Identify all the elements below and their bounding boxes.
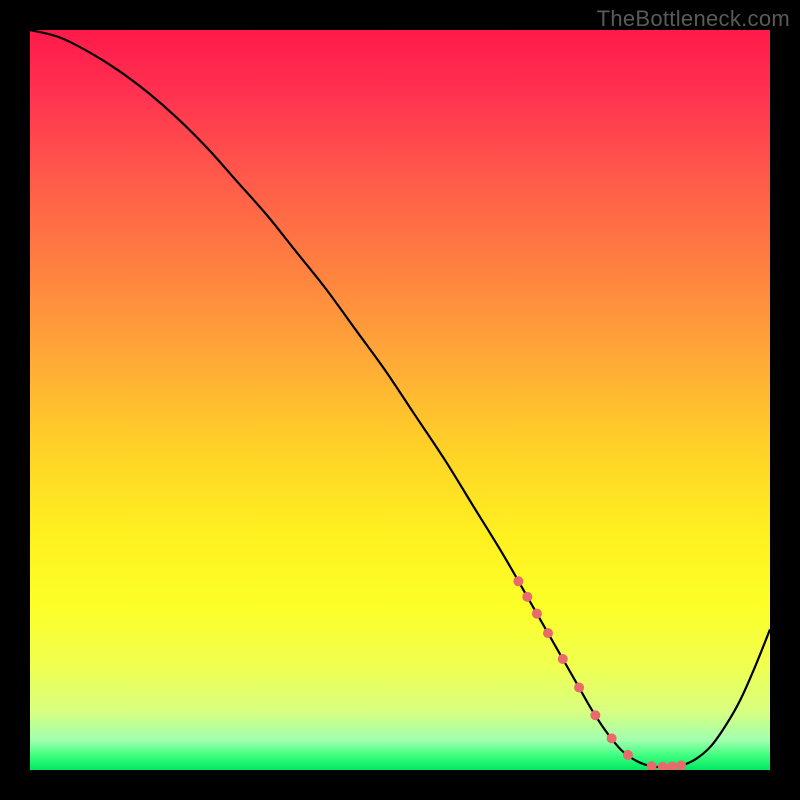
curve-marker-dot xyxy=(558,654,568,664)
curve-marker-dot xyxy=(676,761,686,770)
curve-marker-dot xyxy=(543,628,553,638)
curve-marker-dot xyxy=(590,710,600,720)
curve-marker-dot xyxy=(607,733,617,743)
curve-marker-dot xyxy=(647,761,657,770)
curve-marker-dot xyxy=(623,750,633,760)
chart-container: TheBottleneck.com xyxy=(0,0,800,800)
curve-marker-dot xyxy=(574,682,584,692)
curve-marker-dot xyxy=(532,609,542,619)
curve-marker-dot xyxy=(522,592,532,602)
curve-marker-dot xyxy=(658,762,668,770)
bottleneck-curve xyxy=(30,30,770,767)
watermark-text: TheBottleneck.com xyxy=(597,6,790,32)
curve-svg xyxy=(30,30,770,770)
curve-marker-dot xyxy=(513,576,523,586)
plot-area xyxy=(30,30,770,770)
curve-marker-dot xyxy=(667,761,677,770)
